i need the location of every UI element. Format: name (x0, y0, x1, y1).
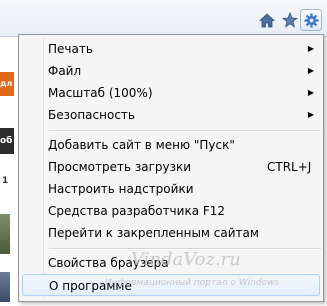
background-orange-tab: дл (0, 72, 14, 96)
tools-menu: Печать ▶ Файл ▶ Масштаб (100%) ▶ Безопас… (18, 34, 324, 302)
menu-item-safety[interactable]: Безопасность ▶ (22, 104, 320, 126)
menu-item-label: Добавить сайт в меню "Пуск" (48, 138, 235, 152)
menu-item-label: Файл (48, 64, 82, 78)
menu-item-label: Настроить надстройки (48, 182, 194, 196)
gear-icon[interactable] (300, 9, 322, 31)
submenu-arrow-icon: ▶ (307, 66, 314, 75)
star-icon[interactable] (280, 10, 300, 30)
watermark-tagline: Информационный портал о Windows (105, 278, 280, 288)
menu-item-shortcut: CTRL+J (267, 160, 312, 174)
submenu-arrow-icon: ▶ (307, 88, 314, 97)
menu-item-label: Безопасность (48, 108, 135, 122)
menu-item-file[interactable]: Файл ▶ (22, 60, 320, 82)
menu-item-zoom[interactable]: Масштаб (100%) ▶ (22, 82, 320, 104)
menu-item-manage-addons[interactable]: Настроить надстройки (22, 178, 320, 200)
background-dark-block: об (0, 128, 14, 154)
submenu-arrow-icon: ▶ (307, 110, 314, 119)
watermark-logo: VindaVoz.ru (131, 249, 241, 270)
menu-item-add-site-to-start[interactable]: Добавить сайт в меню "Пуск" (22, 134, 320, 156)
menu-separator (49, 130, 321, 132)
home-icon[interactable] (257, 10, 277, 30)
menu-item-developer-tools[interactable]: Средства разработчика F12 (22, 200, 320, 222)
background-number: 1 (2, 176, 9, 186)
menu-item-view-downloads[interactable]: Просмотреть загрузки CTRL+J (22, 156, 320, 178)
submenu-arrow-icon: ▶ (307, 44, 314, 53)
menu-item-label: Просмотреть загрузки (48, 160, 192, 174)
background-image (0, 214, 10, 254)
browser-toolbar (0, 0, 327, 37)
menu-item-label: Масштаб (100%) (48, 86, 153, 100)
menu-item-label: Средства разработчика F12 (48, 204, 226, 218)
menu-item-label: Перейти к закрепленным сайтам (48, 226, 259, 240)
menu-item-print[interactable]: Печать ▶ (22, 38, 320, 60)
menu-item-pinned-sites[interactable]: Перейти к закрепленным сайтам (22, 222, 320, 244)
menu-item-label: Печать (48, 42, 93, 56)
background-image (0, 272, 10, 302)
